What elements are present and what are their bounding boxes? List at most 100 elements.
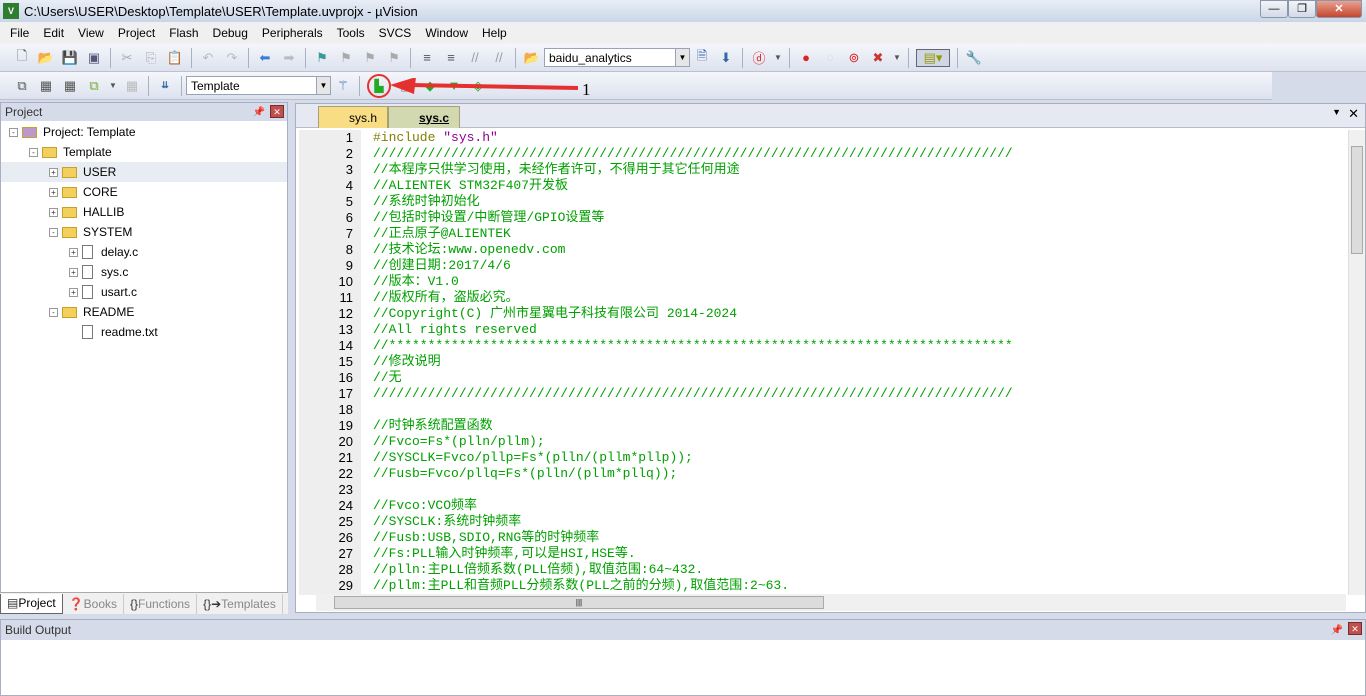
manage-project-items-icon[interactable]: ▙: [367, 73, 391, 98]
cut-icon[interactable]: ✂: [118, 49, 136, 67]
collapse-icon[interactable]: -: [29, 147, 38, 157]
uncomment-icon[interactable]: //: [490, 49, 508, 67]
breakpoint-icon[interactable]: ●: [797, 49, 815, 67]
panel-tab-project[interactable]: ▤ Project: [0, 593, 63, 614]
close-button[interactable]: ✕: [1316, 0, 1362, 18]
close-panel-icon[interactable]: ✕: [1348, 622, 1362, 635]
load-download-icon[interactable]: ⇊: [156, 77, 174, 95]
unindent-icon[interactable]: ≡: [442, 49, 460, 67]
find-combo[interactable]: baidu_analytics ▼: [544, 48, 690, 67]
kill-breakpoints-icon[interactable]: ✖: [869, 49, 887, 67]
tree-item[interactable]: + USER: [1, 162, 287, 182]
save-all-icon[interactable]: ▣: [85, 49, 103, 67]
tree-item[interactable]: - SYSTEM: [1, 222, 287, 242]
disable-breakpoint-icon[interactable]: ○: [821, 49, 839, 67]
chevron-down-icon[interactable]: ▼: [1332, 107, 1341, 117]
tree-item[interactable]: readme.txt: [1, 322, 287, 342]
menu-svcs[interactable]: SVCS: [372, 26, 419, 40]
code-area[interactable]: #include "sys.h"////////////////////////…: [373, 130, 1343, 595]
pin-icon[interactable]: 📌: [253, 107, 265, 118]
code-line: //创建日期:2017/4/6: [373, 258, 511, 273]
menu-peripherals[interactable]: Peripherals: [255, 26, 330, 40]
tree-item[interactable]: + CORE: [1, 182, 287, 202]
menu-view[interactable]: View: [71, 26, 111, 40]
menu-edit[interactable]: Edit: [36, 26, 71, 40]
incremental-find-icon[interactable]: 🗎: [693, 48, 711, 67]
menu-file[interactable]: File: [3, 26, 36, 40]
configure-icon[interactable]: 🔧: [965, 49, 983, 67]
tree-item[interactable]: + usart.c: [1, 282, 287, 302]
redo-icon[interactable]: ↷: [223, 49, 241, 67]
menu-help[interactable]: Help: [475, 26, 514, 40]
rebuild-icon[interactable]: ▦: [61, 77, 79, 95]
line-number: 29: [338, 578, 353, 593]
panel-tab-templates[interactable]: {}➔ Templates: [197, 593, 283, 614]
indent-icon[interactable]: ≡: [418, 49, 436, 67]
menu-flash[interactable]: Flash: [162, 26, 205, 40]
chevron-down-icon[interactable]: ▼: [774, 49, 782, 67]
vertical-scrollbar[interactable]: [1348, 130, 1365, 595]
target-options-wand-icon[interactable]: ⚚: [334, 77, 352, 95]
chevron-down-icon[interactable]: ▼: [893, 49, 901, 67]
navigate-forward-icon[interactable]: ➡: [280, 49, 298, 67]
chevron-down-icon[interactable]: ▼: [675, 49, 689, 66]
tree-item[interactable]: + delay.c: [1, 242, 287, 262]
prev-bookmark-icon[interactable]: ⚑: [337, 49, 355, 67]
target-combo[interactable]: Template ▼: [186, 76, 331, 95]
find-icon[interactable]: ⬇: [717, 49, 735, 67]
batch-build-icon[interactable]: ⧉: [85, 77, 103, 95]
tree-item[interactable]: + HALLIB: [1, 202, 287, 222]
maximize-button[interactable]: ❐: [1288, 0, 1316, 18]
paste-icon[interactable]: 📋: [166, 49, 184, 67]
menu-debug[interactable]: Debug: [206, 26, 255, 40]
open-icon[interactable]: 📂: [37, 49, 55, 67]
tree-item[interactable]: + sys.c: [1, 262, 287, 282]
bookmark-icon[interactable]: ⚑: [313, 49, 331, 67]
close-panel-icon[interactable]: ✕: [270, 105, 284, 118]
expand-icon[interactable]: +: [49, 167, 58, 177]
save-icon[interactable]: 💾: [61, 49, 79, 67]
collapse-icon[interactable]: -: [49, 307, 58, 317]
file-icon: [82, 285, 93, 299]
translate-icon[interactable]: ⧉: [13, 77, 31, 95]
panel-tab-books[interactable]: ❓ Books: [63, 593, 125, 614]
find-in-files-icon[interactable]: 📂: [523, 49, 541, 67]
horizontal-scrollbar[interactable]: |||: [316, 594, 1346, 611]
comment-icon[interactable]: //: [466, 49, 484, 67]
expand-icon[interactable]: +: [69, 247, 78, 257]
tree-item[interactable]: - README: [1, 302, 287, 322]
window-layout-icon[interactable]: ▤▾: [916, 48, 950, 67]
panel-tab-functions[interactable]: {} Functions: [124, 593, 198, 614]
expand-icon[interactable]: +: [49, 207, 58, 217]
expand-icon[interactable]: +: [69, 267, 78, 277]
folder-icon: [22, 126, 37, 138]
next-bookmark-icon[interactable]: ⚑: [361, 49, 379, 67]
menu-tools[interactable]: Tools: [330, 26, 372, 40]
collapse-icon[interactable]: -: [9, 127, 18, 137]
new-file-icon[interactable]: 🗋: [13, 48, 31, 67]
chevron-down-icon[interactable]: ▼: [316, 77, 330, 94]
copy-icon[interactable]: ⎘: [142, 49, 160, 67]
panel-tab-label: Templates: [221, 596, 276, 611]
collapse-icon[interactable]: -: [49, 227, 58, 237]
menu-window[interactable]: Window: [418, 26, 475, 40]
close-tab-icon[interactable]: ✕: [1348, 106, 1359, 122]
pin-icon[interactable]: 📌: [1331, 625, 1343, 636]
tab-sys-c[interactable]: sys.c: [388, 106, 461, 128]
expand-icon[interactable]: +: [69, 287, 78, 297]
tree-item[interactable]: - Template: [1, 142, 287, 162]
disable-all-breakpoints-icon[interactable]: ⊚: [845, 49, 863, 67]
expand-icon[interactable]: +: [49, 187, 58, 197]
tree-item[interactable]: - Project: Template: [1, 122, 287, 142]
chevron-down-icon[interactable]: ▼: [109, 77, 117, 95]
tab-sys-h[interactable]: sys.h: [318, 106, 389, 128]
line-number: 24: [338, 498, 353, 513]
minimize-button[interactable]: —: [1260, 0, 1288, 18]
build-icon[interactable]: ▦: [37, 77, 55, 95]
undo-icon[interactable]: ↶: [199, 49, 217, 67]
clear-bookmarks-icon[interactable]: ⚑: [385, 49, 403, 67]
navigate-back-icon[interactable]: ⬅: [256, 49, 274, 67]
menu-project[interactable]: Project: [111, 26, 162, 40]
stop-build-icon[interactable]: ▦: [123, 77, 141, 95]
debug-session-icon[interactable]: ⓓ: [750, 49, 768, 67]
